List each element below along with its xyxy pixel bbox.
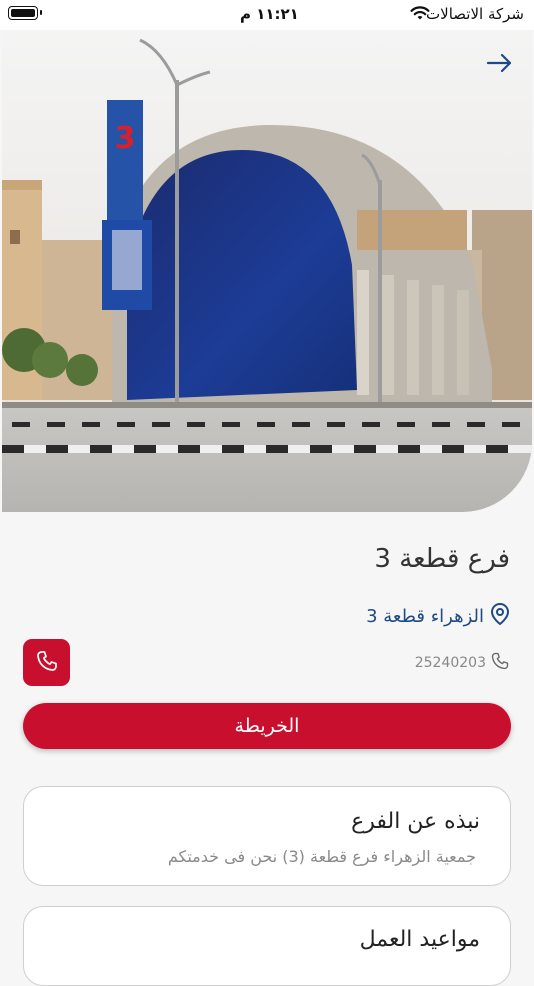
about-card: نبذه عن الفرع جمعية الزهراء فرع قطعة (3)… xyxy=(23,786,511,886)
phone-icon xyxy=(490,651,510,675)
about-title: نبذه عن الفرع xyxy=(351,809,480,834)
carrier-name: شركة الاتصالات xyxy=(426,5,524,23)
call-button[interactable] xyxy=(23,639,70,686)
branch-photo: 3 xyxy=(2,30,532,512)
status-time: ١١:٢١ م xyxy=(240,5,299,23)
map-button[interactable]: الخريطة xyxy=(23,703,511,749)
hours-card: مواعيد العمل xyxy=(23,906,511,986)
phone-icon xyxy=(35,649,59,677)
back-arrow-icon[interactable] xyxy=(484,48,514,78)
branch-location[interactable]: الزهراء قطعة 3 xyxy=(366,602,510,630)
about-body: جمعية الزهراء فرع قطعة (3) نحن فى خدمتكم xyxy=(167,847,476,866)
wifi-icon xyxy=(410,5,430,25)
hero-sign-number: 3 xyxy=(115,121,136,156)
phone-number: 25240203 xyxy=(414,655,486,671)
branch-phone[interactable]: 25240203 xyxy=(415,652,510,674)
battery-icon xyxy=(8,6,42,20)
location-text: الزهراء قطعة 3 xyxy=(366,605,484,627)
hours-title: مواعيد العمل xyxy=(359,927,480,952)
location-pin-icon xyxy=(490,602,510,630)
status-bar: شركة الاتصالات ١١:٢١ م xyxy=(0,0,534,30)
branch-title: فرع قطعة 3 xyxy=(374,544,510,574)
